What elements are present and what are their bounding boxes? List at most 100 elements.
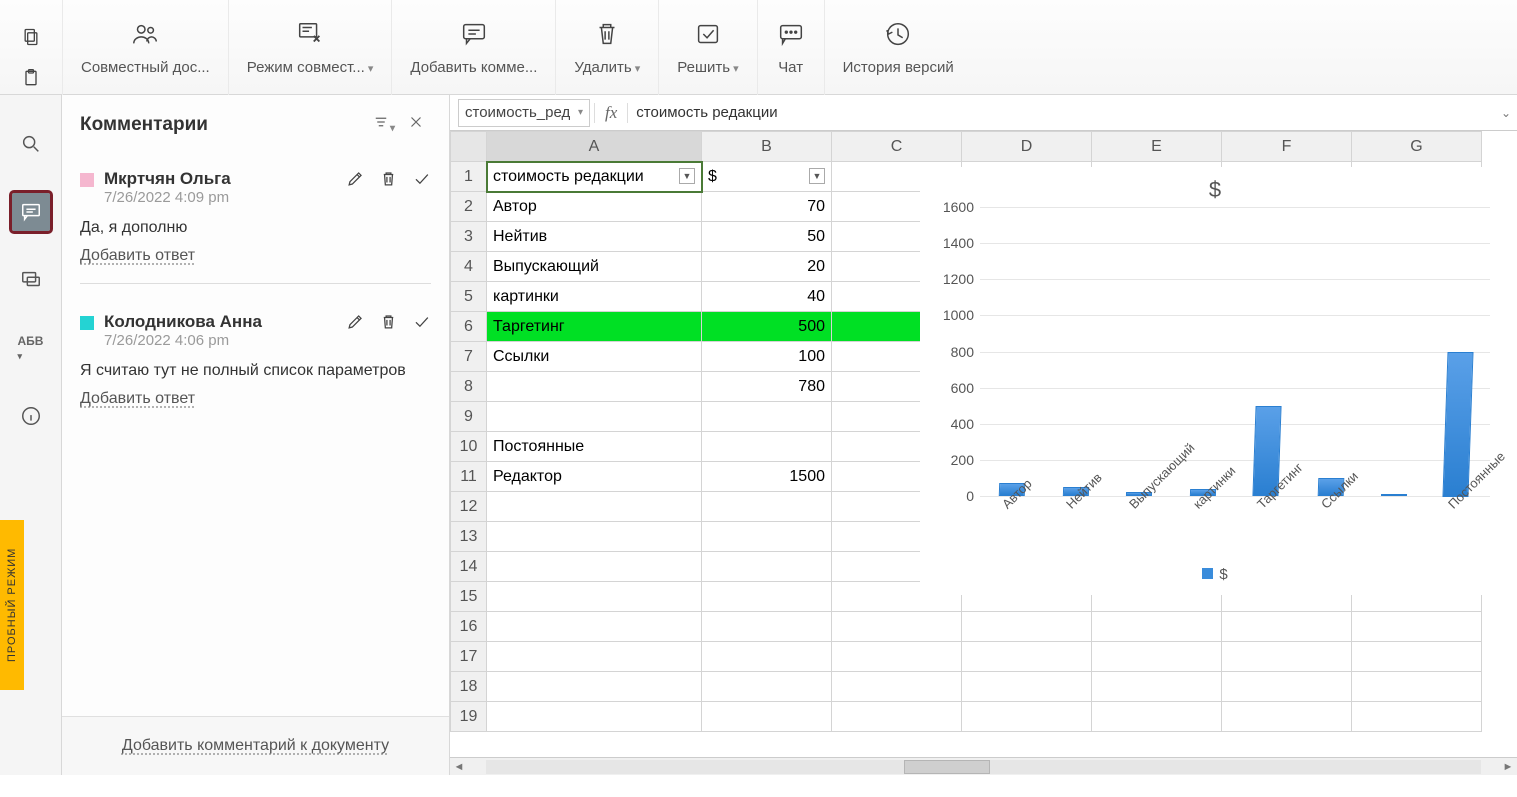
cell[interactable]: [962, 642, 1092, 672]
cell[interactable]: [487, 552, 702, 582]
chart-bar[interactable]: [1443, 352, 1474, 497]
cell[interactable]: [702, 642, 832, 672]
row-header[interactable]: 15: [451, 582, 487, 612]
cell[interactable]: [702, 432, 832, 462]
delete-comment-item-button[interactable]: [379, 312, 398, 334]
formula-input[interactable]: стоимость редакции: [628, 104, 1495, 121]
resolve-comment-button[interactable]: Решить: [658, 0, 756, 95]
cell[interactable]: [832, 612, 962, 642]
cell[interactable]: [702, 672, 832, 702]
edit-comment-button[interactable]: [346, 169, 365, 191]
cell[interactable]: [702, 612, 832, 642]
row-header[interactable]: 3: [451, 222, 487, 252]
cell[interactable]: [702, 492, 832, 522]
cell[interactable]: Выпускающий: [487, 252, 702, 282]
cell[interactable]: 70: [702, 192, 832, 222]
resolve-comment-item-button[interactable]: [412, 169, 431, 191]
cell[interactable]: [962, 702, 1092, 732]
cell[interactable]: Постоянные: [487, 432, 702, 462]
cell[interactable]: [487, 702, 702, 732]
row-header[interactable]: 9: [451, 402, 487, 432]
cell[interactable]: Ссылки: [487, 342, 702, 372]
row-header[interactable]: 2: [451, 192, 487, 222]
row-header[interactable]: 18: [451, 672, 487, 702]
cell[interactable]: Таргетинг: [487, 312, 702, 342]
row-header[interactable]: 11: [451, 462, 487, 492]
cell[interactable]: [832, 702, 962, 732]
chart[interactable]: $ 0 200 400 600 800 1000 1200 1400 1600 …: [920, 167, 1510, 595]
cell[interactable]: [1222, 672, 1352, 702]
cell[interactable]: [702, 582, 832, 612]
cell[interactable]: 780: [702, 372, 832, 402]
search-rail-button[interactable]: [12, 125, 50, 163]
cell[interactable]: [487, 672, 702, 702]
cell[interactable]: [1222, 612, 1352, 642]
cell[interactable]: Нейтив: [487, 222, 702, 252]
row-header[interactable]: 4: [451, 252, 487, 282]
add-comment-button[interactable]: Добавить комме...: [391, 0, 555, 95]
row-header[interactable]: 17: [451, 642, 487, 672]
row-header[interactable]: 14: [451, 552, 487, 582]
cell[interactable]: $▼: [702, 162, 832, 192]
delete-comment-item-button[interactable]: [379, 169, 398, 191]
cell[interactable]: [487, 492, 702, 522]
filter-button[interactable]: ▼: [809, 168, 825, 184]
horizontal-scrollbar[interactable]: ◄ ►: [450, 757, 1517, 775]
cell[interactable]: [487, 612, 702, 642]
cell[interactable]: [1352, 702, 1482, 732]
fx-label[interactable]: fx: [594, 103, 628, 123]
cell[interactable]: 40: [702, 282, 832, 312]
spellcheck-rail-button[interactable]: АБВ▾: [12, 329, 50, 367]
copy-icon[interactable]: [21, 27, 41, 50]
cell[interactable]: [487, 642, 702, 672]
row-header[interactable]: 5: [451, 282, 487, 312]
cell[interactable]: [962, 672, 1092, 702]
paste-icon[interactable]: [21, 68, 41, 91]
info-rail-button[interactable]: [12, 397, 50, 435]
cell[interactable]: [1092, 702, 1222, 732]
cell[interactable]: 500: [702, 312, 832, 342]
cell[interactable]: [487, 522, 702, 552]
row-header[interactable]: 10: [451, 432, 487, 462]
cell[interactable]: [1222, 642, 1352, 672]
cell[interactable]: [1352, 612, 1482, 642]
select-all-corner[interactable]: [451, 132, 487, 162]
reply-button[interactable]: Добавить ответ: [80, 247, 431, 265]
column-header[interactable]: D: [962, 132, 1092, 162]
delete-comment-button[interactable]: Удалить: [555, 0, 658, 95]
cell[interactable]: [1222, 702, 1352, 732]
cell[interactable]: 50: [702, 222, 832, 252]
filter-button[interactable]: ▼: [679, 168, 695, 184]
cell[interactable]: [702, 552, 832, 582]
scrollbar-thumb[interactable]: [904, 760, 990, 774]
reply-button[interactable]: Добавить ответ: [80, 390, 431, 408]
comments-rail-button[interactable]: [12, 193, 50, 231]
edit-comment-button[interactable]: [346, 312, 365, 334]
cell[interactable]: 1500: [702, 462, 832, 492]
row-header[interactable]: 1: [451, 162, 487, 192]
cell[interactable]: стоимость редакции▼: [487, 162, 702, 192]
cell[interactable]: [962, 612, 1092, 642]
column-header[interactable]: B: [702, 132, 832, 162]
comment-item[interactable]: Колодникова Анна 7/26/2022 4:06 pm Я счи…: [62, 302, 449, 426]
cell[interactable]: [832, 672, 962, 702]
grid-wrap[interactable]: ABCDEFG1стоимость редакции▼$▼2Автор703Не…: [450, 131, 1517, 775]
cell[interactable]: 20: [702, 252, 832, 282]
resolve-comment-item-button[interactable]: [412, 312, 431, 334]
add-doc-comment-button[interactable]: Добавить комментарий к документу: [62, 716, 449, 775]
cell[interactable]: [1352, 642, 1482, 672]
coedit-button[interactable]: Режим совмест...: [228, 0, 392, 95]
share-button[interactable]: Совместный дос...: [62, 0, 228, 95]
name-box[interactable]: стоимость_ред▾: [458, 99, 590, 127]
cell[interactable]: [832, 642, 962, 672]
comment-item[interactable]: Мкртчян Ольга 7/26/2022 4:09 pm Да, я до…: [62, 159, 449, 302]
cell[interactable]: [487, 582, 702, 612]
column-header[interactable]: E: [1092, 132, 1222, 162]
cell[interactable]: [487, 402, 702, 432]
column-header[interactable]: C: [832, 132, 962, 162]
column-header[interactable]: G: [1352, 132, 1482, 162]
row-header[interactable]: 12: [451, 492, 487, 522]
row-header[interactable]: 19: [451, 702, 487, 732]
sort-comments-button[interactable]: ▾: [366, 109, 401, 141]
cell[interactable]: картинки: [487, 282, 702, 312]
